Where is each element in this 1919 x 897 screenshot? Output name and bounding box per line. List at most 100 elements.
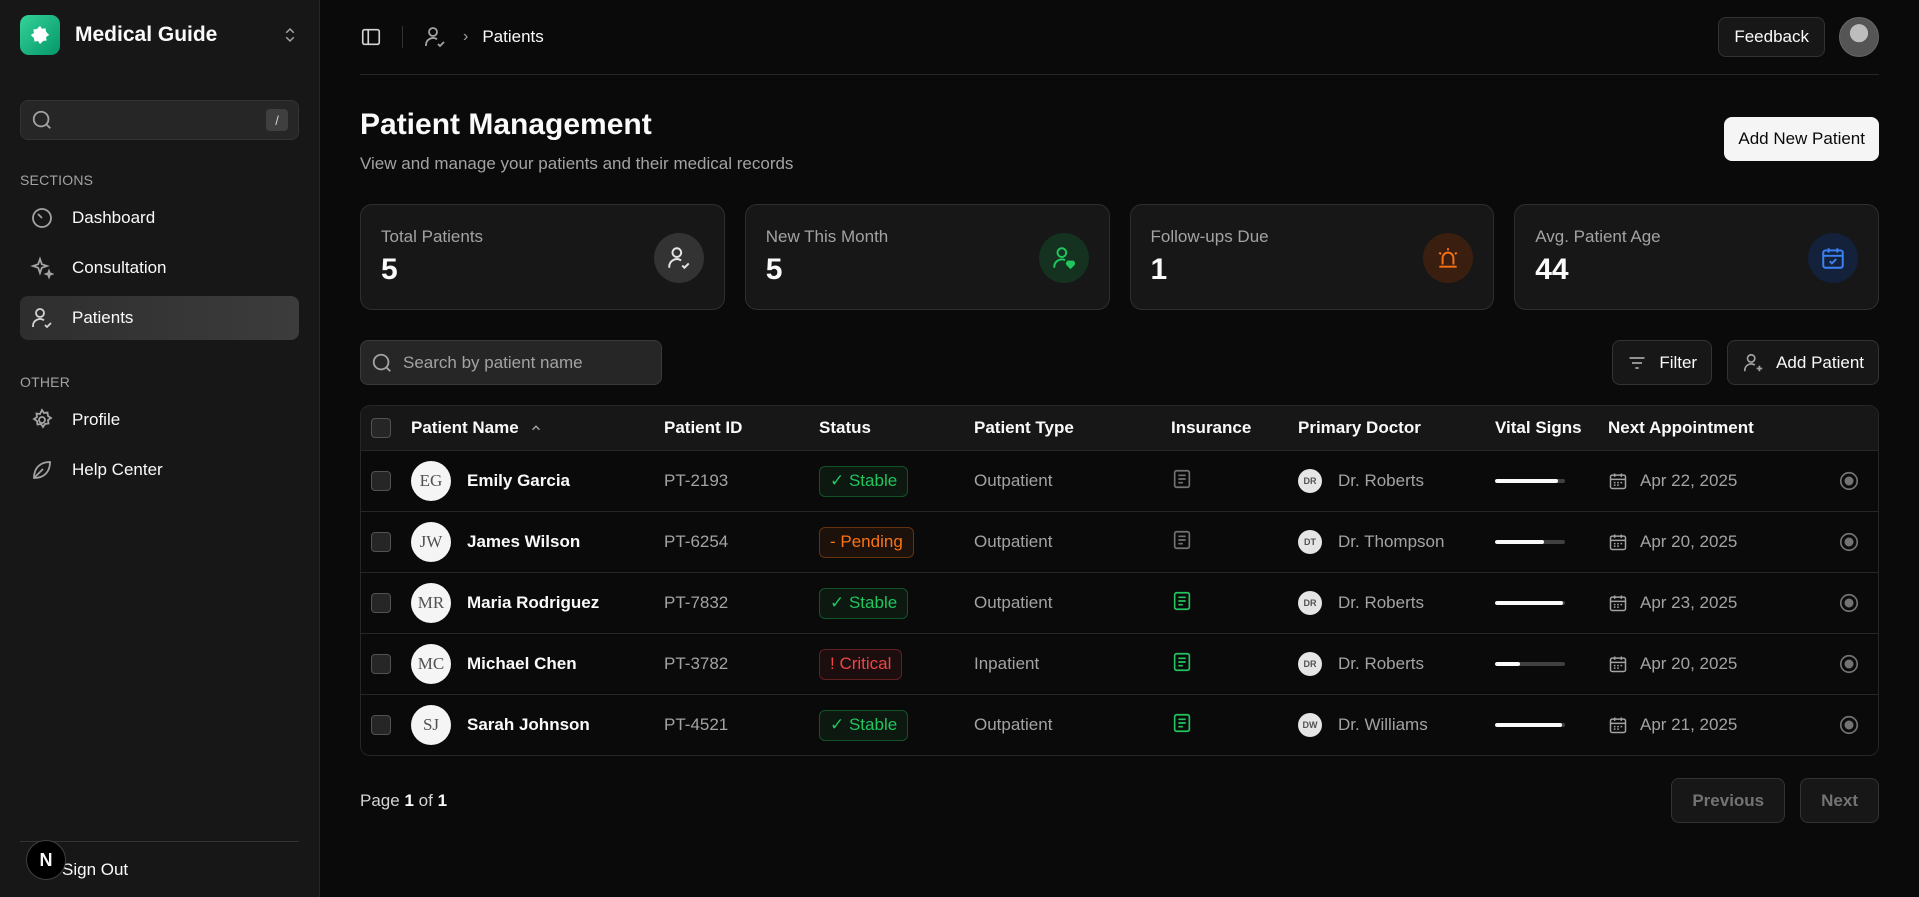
feedback-button[interactable]: Feedback	[1718, 17, 1825, 57]
avatar[interactable]	[1839, 17, 1879, 57]
calendar-icon	[1609, 534, 1627, 551]
patient-name[interactable]: Emily Garcia	[467, 471, 570, 491]
table-row[interactable]: JW James Wilson PT-6254 - Pending Outpatient…	[361, 511, 1878, 572]
divider	[402, 26, 403, 48]
search-icon	[32, 110, 51, 129]
doctor-name: Dr. Roberts	[1338, 471, 1424, 490]
row-checkbox[interactable]	[371, 593, 391, 613]
breadcrumb[interactable]: Patients	[482, 27, 543, 47]
current-page: 1	[404, 790, 414, 810]
appointment-date: Apr 20, 2025	[1640, 654, 1738, 673]
nextjs-badge[interactable]: N	[26, 840, 66, 880]
column-header-next-appointment: Next Appointment	[1608, 418, 1754, 437]
vital-signs-bar	[1495, 479, 1565, 483]
stat-value: 44	[1535, 253, 1569, 286]
patient-search[interactable]	[360, 340, 662, 385]
add-new-patient-button[interactable]: Add New Patient	[1724, 117, 1879, 161]
row-checkbox[interactable]	[371, 715, 391, 735]
page-title: Patient Management	[360, 108, 652, 141]
pagination: Page 1 of 1 Previous Next	[360, 778, 1879, 823]
sidebar-toggle-icon[interactable]	[360, 26, 382, 48]
previous-button[interactable]: Previous	[1671, 778, 1786, 823]
table-row[interactable]: MC Michael Chen PT-3782 ! Critical Inpatient…	[361, 633, 1878, 694]
row-checkbox[interactable]	[371, 532, 391, 552]
sidebar-item-profile[interactable]: Profile	[20, 398, 299, 442]
insurance-active-icon[interactable]	[1171, 651, 1193, 673]
insurance-active-icon[interactable]	[1171, 590, 1193, 612]
sidebar-item-consultation[interactable]: Consultation	[20, 246, 299, 290]
stat-card-total-patients: Total Patients 5	[360, 204, 725, 310]
sidebar-item-label: Patients	[72, 308, 134, 327]
filter-button[interactable]: Filter	[1612, 340, 1713, 385]
patient-type: Inpatient	[974, 654, 1040, 673]
insurance-none-icon[interactable]	[1171, 468, 1193, 490]
sign-out-button[interactable]: N Sign Out	[20, 840, 299, 897]
add-patient-button[interactable]: Add Patient	[1727, 340, 1879, 385]
patient-name[interactable]: Sarah Johnson	[467, 715, 590, 735]
search-input[interactable]	[403, 352, 643, 373]
of-label: of	[418, 790, 433, 810]
status-badge: ✓ Stable	[819, 587, 909, 619]
user-check-icon	[425, 27, 445, 48]
sidebar-item-label: Help Center	[72, 460, 163, 479]
user-plus-icon	[1744, 353, 1763, 371]
calendar-icon	[1609, 473, 1627, 490]
select-all-checkbox[interactable]	[371, 418, 391, 438]
user-heart-icon	[1038, 233, 1089, 283]
app-switcher[interactable]: Medical Guide	[20, 0, 299, 70]
patient-avatar: MC	[411, 644, 451, 684]
sparkles-icon	[30, 256, 54, 280]
stat-label: Avg. Patient Age	[1535, 227, 1661, 246]
row-action-icon[interactable]	[1838, 592, 1860, 614]
row-checkbox[interactable]	[371, 471, 391, 491]
stat-card-new-this-month: New This Month 5	[744, 204, 1110, 310]
row-action-icon[interactable]	[1838, 470, 1860, 492]
column-header-status: Status	[819, 418, 871, 437]
vital-signs-fill	[1495, 540, 1544, 544]
next-button[interactable]: Next	[1800, 778, 1879, 823]
stat-card-avg-patient-age: Avg. Patient Age 44	[1514, 204, 1879, 310]
patient-name[interactable]: Maria Rodriguez	[467, 593, 599, 613]
siren-icon	[1423, 233, 1474, 283]
stat-card-follow-ups-due: Follow-ups Due 1	[1129, 204, 1495, 310]
row-checkbox[interactable]	[371, 654, 391, 674]
row-action-icon[interactable]	[1838, 714, 1860, 736]
vital-signs-bar	[1495, 662, 1565, 666]
doctor-name: Dr. Williams	[1338, 715, 1428, 734]
search-icon	[372, 353, 391, 372]
row-action-icon[interactable]	[1838, 531, 1860, 553]
patient-name[interactable]: James Wilson	[467, 532, 580, 552]
sort-up-icon	[531, 425, 540, 431]
table-row[interactable]: EG Emily Garcia PT-2193 ✓ Stable Outpatient D…	[361, 450, 1878, 511]
stat-label: Follow-ups Due	[1150, 227, 1269, 246]
sidebar-item-help-center[interactable]: Help Center	[20, 448, 299, 492]
patient-id: PT-3782	[664, 654, 729, 673]
app-logo-icon	[20, 15, 60, 55]
chevron-right-icon: ›	[463, 28, 469, 45]
vital-signs-fill	[1495, 601, 1563, 605]
patient-id: PT-2193	[664, 471, 729, 490]
table-row[interactable]: SJ Sarah Johnson PT-4521 ✓ Stable Outpatient…	[361, 694, 1878, 755]
patient-name[interactable]: Michael Chen	[467, 654, 577, 674]
sidebar-item-patients[interactable]: Patients	[20, 296, 299, 340]
page-indicator: Page 1 of 1	[360, 791, 447, 811]
filter-icon	[1629, 356, 1645, 369]
sidebar-item-dashboard[interactable]: Dashboard	[20, 196, 299, 240]
calendar-icon	[1609, 595, 1627, 612]
insurance-active-icon[interactable]	[1171, 712, 1193, 734]
app-name: Medical Guide	[75, 23, 218, 46]
column-header-patient-type: Patient Type	[974, 418, 1074, 437]
topbar: › Patients Feedback	[360, 0, 1879, 75]
page-subtitle: View and manage your patients and their …	[360, 154, 794, 173]
chevrons-up-down-icon[interactable]	[281, 26, 299, 44]
patient-id: PT-7832	[664, 593, 729, 612]
table-row[interactable]: MR Maria Rodriguez PT-7832 ✓ Stable Outpatie…	[361, 572, 1878, 633]
column-header-patient-name[interactable]: Patient Name	[411, 418, 664, 438]
calendar-check-icon	[1808, 233, 1858, 283]
insurance-none-icon[interactable]	[1171, 529, 1193, 551]
gauge-icon	[32, 208, 52, 228]
vital-signs-bar	[1495, 540, 1565, 544]
row-action-icon[interactable]	[1838, 653, 1860, 675]
leaf-icon	[33, 461, 51, 479]
sidebar-search-input[interactable]: /	[20, 100, 299, 140]
